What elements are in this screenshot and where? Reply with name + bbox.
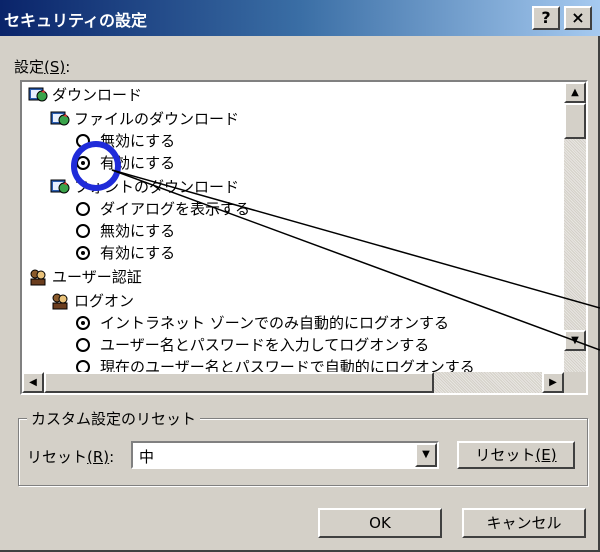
title-bar: セキュリティの設定 ? × xyxy=(0,0,600,36)
scroll-down-button[interactable]: ▼ xyxy=(564,330,586,351)
tree-item-label: ダウンロード xyxy=(52,86,143,104)
horizontal-scroll-thumb[interactable] xyxy=(44,372,434,393)
tree-item-label: 有効にする xyxy=(100,154,176,172)
scroll-corner xyxy=(564,372,586,393)
tree-item-label: フォントのダウンロード xyxy=(74,178,240,196)
tree-radio-option[interactable]: ダイアログを表示する xyxy=(76,198,250,220)
tree-radio-option[interactable]: 有効にする xyxy=(76,152,175,174)
dropdown-arrow-icon[interactable]: ▼ xyxy=(415,443,437,467)
tree-category[interactable]: ファイルのダウンロード xyxy=(50,108,239,130)
window-title: セキュリティの設定 xyxy=(4,11,148,30)
settings-label: 設定(S): xyxy=(14,58,71,76)
settings-tree-list[interactable]: ダウンロード ファイルのダウンロード 無効にする 有効にする フォントのダウンロード ダイ… xyxy=(20,80,588,395)
radio-selected-icon[interactable] xyxy=(76,315,90,330)
tree-radio-option[interactable]: イントラネット ゾーンでのみ自動的にログオンする xyxy=(76,312,449,334)
tree-item-label: イントラネット ゾーンでのみ自動的にログオンする xyxy=(100,314,450,332)
tree-item-label: 有効にする xyxy=(100,244,176,262)
tree-category[interactable]: ダウンロード xyxy=(28,84,142,106)
globe-user-icon xyxy=(28,86,48,104)
tree-radio-option[interactable]: 無効にする xyxy=(76,130,175,152)
tree-item-label: ユーザー認証 xyxy=(52,268,142,286)
radio-unselected-icon[interactable] xyxy=(76,133,90,148)
tree-item-label: ログオン xyxy=(74,292,135,310)
scroll-right-button[interactable]: ▶ xyxy=(542,372,564,393)
reset-level-select[interactable]: 中 ▼ xyxy=(131,441,439,469)
radio-unselected-icon[interactable] xyxy=(76,223,90,238)
radio-unselected-icon[interactable] xyxy=(76,337,90,352)
vertical-scroll-thumb[interactable] xyxy=(564,103,586,139)
tree-item-label: ユーザー名とパスワードを入力してログオンする xyxy=(100,336,430,354)
radio-selected-icon[interactable] xyxy=(76,155,90,170)
tree-category[interactable]: フォントのダウンロード xyxy=(50,176,239,198)
radio-unselected-icon[interactable] xyxy=(76,359,90,372)
tree-category[interactable]: ユーザー認証 xyxy=(28,266,142,288)
cancel-button[interactable]: キャンセル xyxy=(462,508,586,538)
tree-radio-option[interactable]: 有効にする xyxy=(76,242,175,264)
tree-category[interactable]: ログオン xyxy=(50,290,134,312)
tree-item-label: ファイルのダウンロード xyxy=(74,110,240,128)
reset-level-value: 中 xyxy=(139,448,155,466)
ok-button[interactable]: OK xyxy=(318,508,442,538)
tree-item-label: ダイアログを表示する xyxy=(100,200,251,218)
tree-radio-option[interactable]: 現在のユーザー名とパスワードで自動的にログオンする xyxy=(76,356,475,372)
tree-radio-option[interactable]: 無効にする xyxy=(76,220,175,242)
custom-reset-group: カスタム設定のリセット リセット(R): 中 ▼ リセット(E) xyxy=(18,408,588,486)
globe-user-icon xyxy=(50,110,70,128)
radio-selected-icon[interactable] xyxy=(76,245,90,260)
scroll-up-button[interactable]: ▲ xyxy=(564,82,586,103)
tree-item-label: 無効にする xyxy=(100,132,176,150)
tree-radio-option[interactable]: ユーザー名とパスワードを入力してログオンする xyxy=(76,334,429,356)
scroll-left-button[interactable]: ◀ xyxy=(22,372,44,393)
security-settings-dialog: セキュリティの設定 ? × 設定(S): ダウンロードファイルのダウンロード無効… xyxy=(0,0,600,552)
user-auth-icon xyxy=(28,268,48,286)
horizontal-scrollbar[interactable]: ◀ ▶ xyxy=(22,372,564,393)
user-auth-icon xyxy=(50,292,70,310)
tree-item-label: 無効にする xyxy=(100,222,176,240)
tree-item-label: 現在のユーザー名とパスワードで自動的にログオンする xyxy=(100,358,475,372)
group-title: カスタム設定のリセット xyxy=(27,408,201,429)
vertical-scrollbar[interactable]: ▲ ▼ xyxy=(564,82,586,372)
radio-unselected-icon[interactable] xyxy=(76,201,90,216)
settings-tree: ダウンロード ファイルのダウンロード 無効にする 有効にする フォントのダウンロード ダイ… xyxy=(22,82,562,372)
reset-button[interactable]: リセット(E) xyxy=(457,441,575,469)
globe-user-icon xyxy=(50,178,70,196)
reset-label: リセット(R): xyxy=(27,448,115,466)
close-button[interactable]: × xyxy=(564,6,592,30)
help-button[interactable]: ? xyxy=(532,6,560,30)
